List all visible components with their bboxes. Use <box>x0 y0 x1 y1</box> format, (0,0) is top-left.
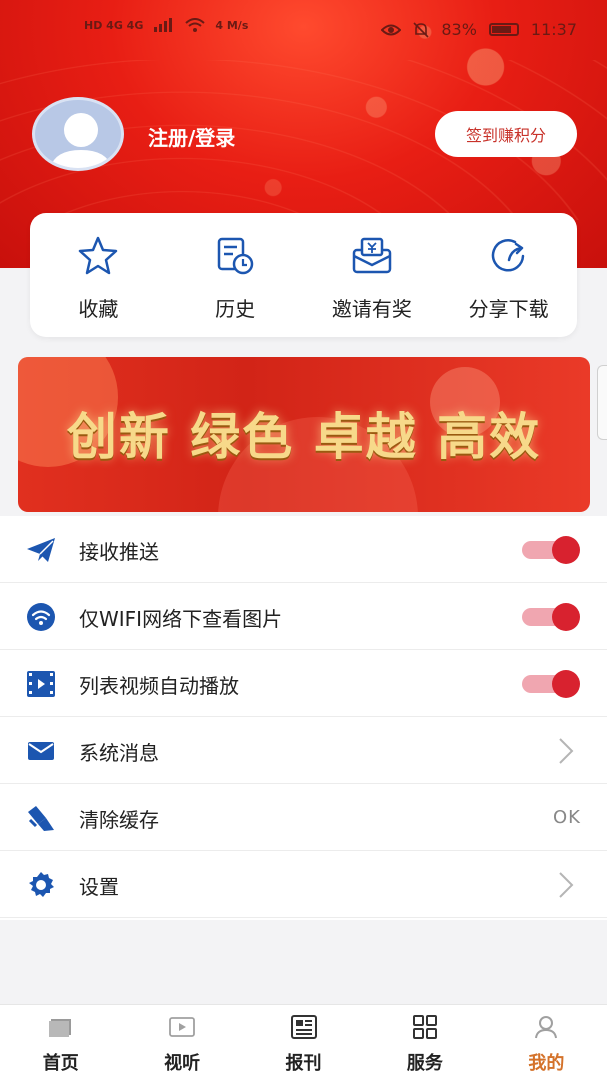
video-icon <box>168 1013 196 1041</box>
wifi-icon <box>26 603 56 631</box>
tab-home[interactable]: 首页 <box>0 1005 121 1080</box>
chevron-right-icon <box>559 872 574 898</box>
quick-action-invite[interactable]: 邀请有奖 <box>304 213 441 337</box>
tab-label: 报刊 <box>285 1053 322 1074</box>
tab-mine[interactable]: 我的 <box>486 1005 607 1080</box>
broom-icon <box>26 804 56 832</box>
share-icon <box>486 233 532 279</box>
quick-action-label: 历史 <box>215 297 256 321</box>
mute-bell-icon <box>413 21 429 38</box>
tab-label: 服务 <box>406 1053 443 1074</box>
quick-action-history[interactable]: 历史 <box>167 213 304 337</box>
promo-banner[interactable]: 创新 绿色 卓越 高效 <box>18 357 590 512</box>
quick-action-label: 分享下载 <box>468 297 549 321</box>
default-user-icon <box>50 113 112 168</box>
system-indicators: 83% 11:37 <box>381 20 577 39</box>
film-icon <box>26 670 56 698</box>
setting-label: 清除缓存 <box>79 808 159 832</box>
wifi-images-toggle[interactable] <box>522 603 580 631</box>
chevron-right-icon <box>559 738 574 764</box>
network-label: HD 4G 4G <box>84 18 144 32</box>
network-speed: 4 M/s <box>215 18 249 32</box>
avatar[interactable] <box>32 97 124 171</box>
quick-actions-card: 收藏 历史 邀请有奖 分享下载 <box>30 213 577 337</box>
tab-newspaper[interactable]: 报刊 <box>243 1005 364 1080</box>
setting-row-wifi-images[interactable]: 仅WIFI网络下查看图片 <box>0 583 607 650</box>
history-icon <box>212 233 258 279</box>
network-indicators: HD 4G 4G 4 M/s <box>84 18 248 32</box>
banner-slogan: 创新 绿色 卓越 高效 <box>66 407 542 466</box>
tab-label: 首页 <box>42 1053 79 1074</box>
battery-icon <box>488 23 519 36</box>
tab-services[interactable]: 服务 <box>364 1005 485 1080</box>
quick-action-share[interactable]: 分享下载 <box>440 213 577 337</box>
cache-status: OK <box>553 807 581 828</box>
status-bar: HD 4G 4G 4 M/s 83% 11:37 <box>0 14 607 48</box>
signal-icon <box>154 18 173 32</box>
side-scroll-handle[interactable] <box>597 365 607 440</box>
invite-icon <box>349 233 395 279</box>
autoplay-toggle[interactable] <box>522 670 580 698</box>
settings-list: 接收推送 仅WIFI网络下查看图片 列表视频自动播放 系统消息 清除缓存 OK … <box>0 516 607 920</box>
eye-icon <box>381 24 402 35</box>
quick-action-label: 邀请有奖 <box>331 297 412 321</box>
clock: 11:37 <box>530 20 577 39</box>
quick-action-favorites[interactable]: 收藏 <box>30 213 167 337</box>
newspaper-icon <box>290 1013 318 1041</box>
envelope-icon <box>26 737 56 765</box>
login-link[interactable]: 注册/登录 <box>148 122 235 151</box>
setting-row-push[interactable]: 接收推送 <box>0 516 607 583</box>
home-icon <box>47 1013 75 1041</box>
setting-row-clear-cache[interactable]: 清除缓存 OK <box>0 784 607 851</box>
tab-label: 我的 <box>528 1053 565 1074</box>
setting-row-settings[interactable]: 设置 <box>0 851 607 918</box>
signin-points-button[interactable]: 签到赚积分 <box>435 111 577 157</box>
setting-row-autoplay[interactable]: 列表视频自动播放 <box>0 650 607 717</box>
setting-label: 列表视频自动播放 <box>79 674 239 698</box>
push-toggle[interactable] <box>522 536 580 564</box>
tab-video[interactable]: 视听 <box>121 1005 242 1080</box>
setting-label: 设置 <box>79 875 119 899</box>
tab-label: 视听 <box>164 1053 201 1074</box>
battery-percent: 83% <box>441 20 477 39</box>
grid-icon <box>411 1013 439 1041</box>
wifi-status-icon <box>185 18 206 32</box>
quick-action-label: 收藏 <box>78 297 119 321</box>
bottom-tab-bar: 首页 视听 报刊 服务 我的 <box>0 1004 607 1080</box>
star-icon <box>75 233 121 279</box>
user-icon <box>532 1013 560 1041</box>
paper-plane-icon <box>26 536 56 564</box>
gear-icon <box>26 871 56 899</box>
setting-label: 接收推送 <box>79 540 159 564</box>
setting-label: 仅WIFI网络下查看图片 <box>79 607 283 631</box>
setting-label: 系统消息 <box>79 741 159 765</box>
setting-row-messages[interactable]: 系统消息 <box>0 717 607 784</box>
